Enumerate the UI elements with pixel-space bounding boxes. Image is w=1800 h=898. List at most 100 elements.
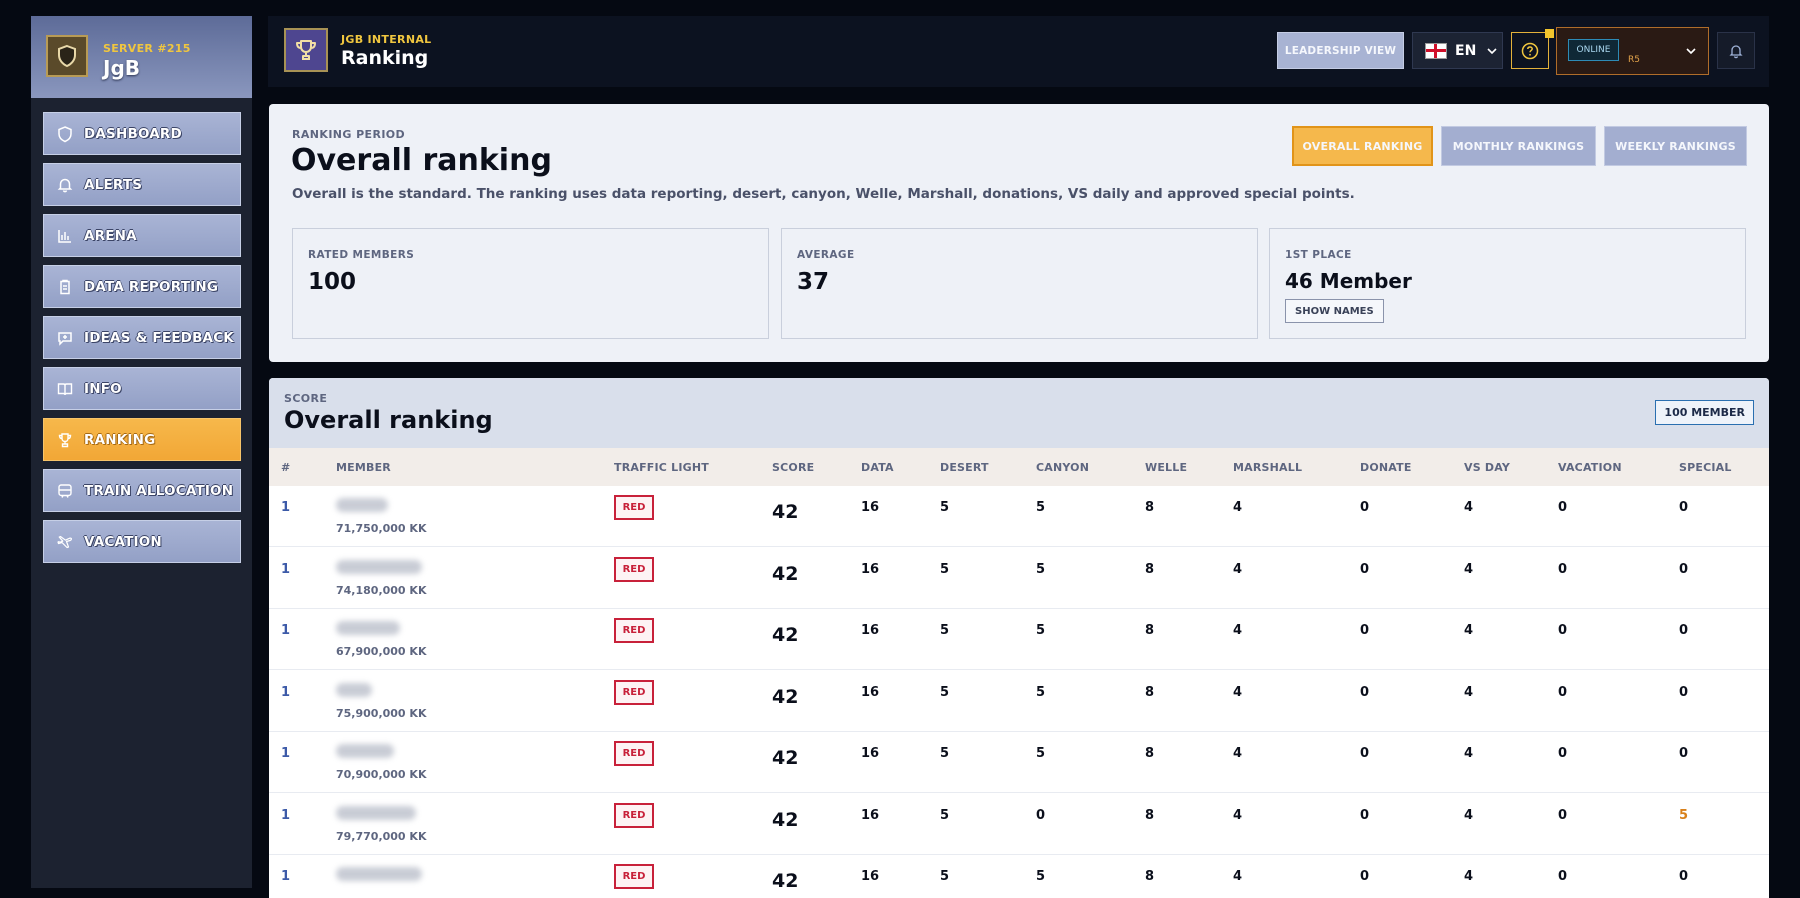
- table-row[interactable]: 1 75,900,000 KK RED 42 16 5 5 8 4 0 4 0 0: [269, 670, 1769, 732]
- cell-data: 16: [861, 807, 880, 823]
- sidebar-item-arena[interactable]: ARENA: [43, 214, 241, 257]
- table-row[interactable]: 1 70,900,000 KK RED 42 16 5 5 8 4 0 4 0 0: [269, 732, 1769, 793]
- cell-special: 0: [1679, 684, 1689, 700]
- cell-score: 42: [772, 870, 799, 892]
- show-names-button[interactable]: SHOW NAMES: [1285, 299, 1384, 323]
- column-header[interactable]: WELLE: [1145, 461, 1187, 474]
- stat-value: 100: [308, 269, 357, 295]
- table-row[interactable]: 1 71,750,000 KK RED 42 16 5 5 8 4 0 4 0 0: [269, 486, 1769, 547]
- language-label: EN: [1455, 42, 1477, 59]
- cell-donate: 0: [1360, 869, 1370, 884]
- cell-rank: 1: [281, 561, 291, 577]
- sidebar-item-alerts[interactable]: ALERTS: [43, 163, 241, 206]
- sidebar-item-ideas-feedback[interactable]: IDEAS & FEEDBACK: [43, 316, 241, 359]
- stat-value: 46 Member: [1285, 269, 1412, 293]
- sidebar-item-label: TRAIN ALLOCATION: [84, 482, 234, 499]
- cell-vs-day: 4: [1464, 623, 1474, 638]
- ranking-period-card: RANKING PERIOD Overall ranking Overall i…: [269, 104, 1769, 362]
- chevron-down-icon: [1686, 48, 1696, 55]
- column-header[interactable]: MEMBER: [336, 461, 391, 474]
- column-header[interactable]: CANYON: [1036, 461, 1089, 474]
- sidebar-item-label: DATA REPORTING: [84, 278, 219, 295]
- tab-weekly-rankings[interactable]: WEEKLY RANKINGS: [1604, 126, 1747, 166]
- cell-welle: 8: [1145, 807, 1155, 823]
- stat-label: AVERAGE: [797, 249, 855, 261]
- column-header[interactable]: DESERT: [940, 461, 989, 474]
- cell-vs-day: 4: [1464, 500, 1474, 515]
- cell-donate: 0: [1360, 807, 1370, 823]
- stat-rated-members: RATED MEMBERS 100: [292, 228, 769, 339]
- column-header[interactable]: SPECIAL: [1679, 461, 1732, 474]
- book-icon: [56, 380, 74, 398]
- cell-marshall: 4: [1233, 746, 1243, 761]
- column-header[interactable]: VACATION: [1558, 461, 1622, 474]
- cell-vs-day: 4: [1464, 869, 1474, 884]
- notifications-button[interactable]: [1717, 32, 1755, 69]
- sidebar-item-dashboard[interactable]: DASHBOARD: [43, 112, 241, 155]
- traffic-light-badge: RED: [614, 618, 654, 643]
- column-header[interactable]: SCORE: [772, 461, 814, 474]
- sidebar-item-label: ARENA: [84, 227, 137, 244]
- tab-overall-ranking[interactable]: OVERALL RANKING: [1292, 126, 1433, 166]
- member-power: 75,900,000 KK: [336, 706, 427, 720]
- cell-marshall: 4: [1233, 561, 1243, 577]
- cell-rank: 1: [281, 500, 291, 515]
- cell-desert: 5: [940, 500, 950, 515]
- traffic-light-badge: RED: [614, 741, 654, 766]
- cell-score: 42: [772, 501, 799, 523]
- notification-dot: [1545, 29, 1554, 38]
- cell-welle: 8: [1145, 500, 1155, 515]
- cell-score: 42: [772, 624, 799, 646]
- member-power: 67,900,000 KK: [336, 645, 427, 658]
- table-row[interactable]: 1 RED 42 16 5 5 8 4 0 4 0 0: [269, 855, 1769, 898]
- member-name-redacted: [336, 498, 388, 512]
- sidebar-item-info[interactable]: INFO: [43, 367, 241, 410]
- traffic-light-badge: RED: [614, 495, 654, 520]
- column-header[interactable]: TRAFFIC LIGHT: [614, 461, 709, 474]
- cell-special: 0: [1679, 561, 1689, 577]
- cell-score: 42: [772, 808, 799, 831]
- table-row[interactable]: 1 67,900,000 KK RED 42 16 5 5 8 4 0 4 0 0: [269, 609, 1769, 670]
- column-header[interactable]: VS DAY: [1464, 461, 1510, 474]
- column-header[interactable]: MARSHALL: [1233, 461, 1302, 474]
- cell-donate: 0: [1360, 684, 1370, 700]
- cell-vs-day: 4: [1464, 746, 1474, 761]
- cell-marshall: 4: [1233, 807, 1243, 823]
- score-card: SCORE Overall ranking 100 MEMBER # MEMBER…: [269, 378, 1769, 898]
- stat-value: 37: [797, 269, 830, 295]
- score-title: Overall ranking: [284, 406, 493, 434]
- user-menu-button[interactable]: ONLINE R5: [1556, 27, 1709, 75]
- sidebar-item-train-allocation[interactable]: TRAIN ALLOCATION: [43, 469, 241, 512]
- cell-data: 16: [861, 746, 880, 761]
- cell-welle: 8: [1145, 746, 1155, 761]
- cell-vacation: 0: [1558, 807, 1568, 823]
- language-selector[interactable]: EN: [1412, 32, 1503, 69]
- table-row[interactable]: 1 79,770,000 KK RED 42 16 5 0 8 4 0 4 0 5: [269, 793, 1769, 855]
- sidebar-item-data-reporting[interactable]: DATA REPORTING: [43, 265, 241, 308]
- sidebar-item-vacation[interactable]: VACATION: [43, 520, 241, 563]
- sidebar-item-label: RANKING: [84, 431, 156, 448]
- flag-england-icon: [1425, 42, 1447, 59]
- tab-monthly-rankings[interactable]: MONTHLY RANKINGS: [1441, 126, 1596, 166]
- server-brand[interactable]: SERVER #215 JgB: [31, 16, 252, 98]
- cell-special: 0: [1679, 623, 1689, 638]
- sidebar-item-ranking[interactable]: RANKING: [43, 418, 241, 461]
- shield-icon: [56, 125, 74, 143]
- cell-data: 16: [861, 561, 880, 577]
- column-header[interactable]: DATA: [861, 461, 894, 474]
- bar-chart-icon: [56, 227, 74, 245]
- help-button[interactable]: [1511, 29, 1554, 69]
- cell-vacation: 0: [1558, 869, 1568, 884]
- table-row[interactable]: 1 74,180,000 KK RED 42 16 5 5 8 4 0 4 0 0: [269, 547, 1769, 609]
- top-bar: JGB INTERNAL Ranking LEADERSHIP VIEW EN …: [268, 16, 1769, 87]
- cell-rank: 1: [281, 684, 291, 700]
- leadership-view-button[interactable]: LEADERSHIP VIEW: [1277, 32, 1404, 69]
- member-name-redacted: [336, 805, 416, 820]
- cell-canyon: 5: [1036, 746, 1046, 761]
- column-header[interactable]: DONATE: [1360, 461, 1412, 474]
- cell-rank: 1: [281, 746, 291, 761]
- train-icon: [56, 482, 74, 500]
- member-name-redacted: [336, 867, 422, 881]
- cell-donate: 0: [1360, 500, 1370, 515]
- column-header[interactable]: #: [281, 461, 290, 474]
